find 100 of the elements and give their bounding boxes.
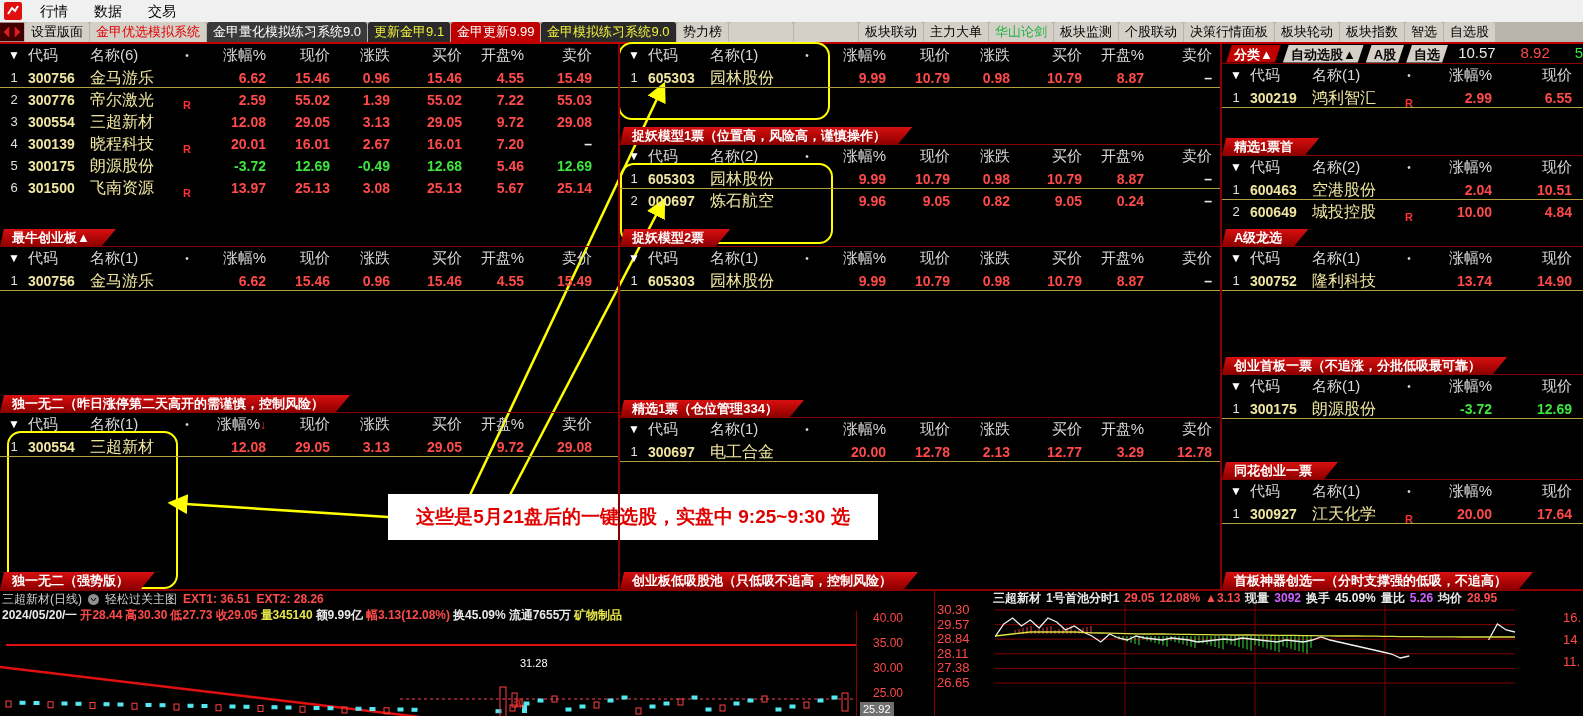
- column-header[interactable]: 涨跌: [330, 44, 390, 67]
- column-header[interactable]: 名称(1): [1312, 480, 1396, 503]
- column-header[interactable]: 名称(1): [90, 413, 174, 436]
- column-header[interactable]: 买价: [1010, 145, 1082, 168]
- section-title[interactable]: A级龙选: [1222, 229, 1309, 246]
- column-header[interactable]: 现价: [266, 413, 330, 436]
- column-header[interactable]: 代码: [1250, 156, 1312, 179]
- column-header[interactable]: 买价: [1010, 247, 1082, 270]
- column-header[interactable]: ▼: [1222, 158, 1250, 177]
- column-header[interactable]: 代码: [648, 247, 710, 270]
- column-header[interactable]: ▼: [0, 46, 28, 65]
- menu-item[interactable]: 交易: [140, 0, 184, 22]
- table-row[interactable]: 1 300554 三超新材 12.08 29.05 3.13 29.05 9.72 29.08: [0, 435, 618, 457]
- column-header[interactable]: 卖价: [1144, 247, 1212, 270]
- column-header[interactable]: 涨幅%: [1422, 64, 1492, 87]
- tab[interactable]: 板块联动: [858, 22, 923, 42]
- column-header[interactable]: 涨跌: [330, 247, 390, 270]
- tab[interactable]: 智选: [1404, 22, 1443, 42]
- column-header[interactable]: 涨跌: [950, 145, 1010, 168]
- column-header[interactable]: 涨幅%: [820, 247, 886, 270]
- column-header[interactable]: 涨幅%: [1422, 247, 1492, 270]
- column-header[interactable]: 涨跌: [950, 418, 1010, 441]
- table-row[interactable]: 1 605303 园林股份 9.99 10.79 0.98 10.79 8.87 –: [620, 66, 1220, 88]
- column-header[interactable]: 名称(1): [1312, 247, 1396, 270]
- column-header[interactable]: 买价: [390, 413, 462, 436]
- tab[interactable]: 个股联动: [1118, 22, 1183, 42]
- table-row[interactable]: 1 600463 空港股份 2.04 10.51: [1222, 178, 1583, 200]
- column-header[interactable]: 名称(1): [710, 44, 794, 67]
- column-header[interactable]: 涨幅%: [200, 44, 266, 67]
- tab[interactable]: 决策行情面板: [1183, 22, 1274, 42]
- column-header[interactable]: •: [1396, 250, 1422, 266]
- column-header[interactable]: 代码: [28, 247, 90, 270]
- column-header[interactable]: 名称(6): [90, 44, 174, 67]
- column-header[interactable]: ▼: [1222, 482, 1250, 501]
- column-header[interactable]: ▼: [1222, 66, 1250, 85]
- column-header[interactable]: 卖价: [524, 413, 592, 436]
- column-header[interactable]: 名称(2): [1312, 156, 1396, 179]
- table-row[interactable]: 2 000697 炼石航空 9.96 9.05 0.82 9.05 0.24 –: [620, 189, 1220, 211]
- section-title[interactable]: 创业板低吸股池（只低吸不追高，控制风险）: [620, 572, 918, 589]
- column-header[interactable]: 名称(1): [1312, 64, 1396, 87]
- column-header[interactable]: ▼: [1222, 249, 1250, 268]
- column-header[interactable]: •: [1396, 483, 1422, 499]
- column-header[interactable]: •: [794, 47, 820, 63]
- column-header[interactable]: 现价: [266, 247, 330, 270]
- column-header[interactable]: 涨幅%: [1422, 375, 1492, 398]
- column-header[interactable]: 涨幅%: [820, 418, 886, 441]
- column-header[interactable]: 代码: [648, 145, 710, 168]
- table-row[interactable]: 1 300175 朗源股份 -3.72 12.69: [1222, 397, 1583, 419]
- column-header[interactable]: 涨幅%: [820, 145, 886, 168]
- tab[interactable]: 板块监测: [1053, 22, 1118, 42]
- filter-tab[interactable]: 自选: [1406, 44, 1449, 63]
- column-header[interactable]: 涨跌: [330, 413, 390, 436]
- section-title[interactable]: 首板神器创选一（分时支撑强的低吸，不追高）: [1222, 572, 1533, 589]
- column-header[interactable]: 开盘%: [1082, 247, 1144, 270]
- table-row[interactable]: 1 300752 隆利科技 13.74 14.90: [1222, 269, 1583, 291]
- column-header[interactable]: 开盘%: [462, 247, 524, 270]
- app-logo-icon[interactable]: [4, 2, 22, 20]
- column-header[interactable]: •: [174, 416, 200, 432]
- table-row[interactable]: 1 605303 园林股份 9.99 10.79 0.98 10.79 8.87 –: [620, 167, 1220, 189]
- table-row[interactable]: 1 605303 园林股份 9.99 10.79 0.98 10.79 8.87 –: [620, 269, 1220, 291]
- section-title[interactable]: 同花创业一票: [1222, 462, 1338, 479]
- tab[interactable]: 金甲模拟练习系统9.0: [541, 22, 676, 42]
- column-header[interactable]: 卖价: [524, 44, 592, 67]
- column-header[interactable]: 现价: [1492, 247, 1572, 270]
- section-title[interactable]: 精选1票首: [1222, 138, 1320, 155]
- tab[interactable]: 金甲量化模拟练习系统9.0: [207, 22, 368, 42]
- column-header[interactable]: •: [1396, 67, 1422, 83]
- column-header[interactable]: 涨跌: [950, 247, 1010, 270]
- column-header[interactable]: 名称(2): [710, 145, 794, 168]
- column-header[interactable]: 开盘%: [1082, 145, 1144, 168]
- column-header[interactable]: 现价: [1492, 64, 1572, 87]
- column-header[interactable]: •: [794, 421, 820, 437]
- column-header[interactable]: 现价: [1492, 480, 1572, 503]
- column-header[interactable]: 开盘%: [1082, 44, 1144, 67]
- column-header[interactable]: 现价: [886, 145, 950, 168]
- column-header[interactable]: 现价: [886, 247, 950, 270]
- column-header[interactable]: 代码: [28, 413, 90, 436]
- tab[interactable]: 更新金甲9.1: [368, 22, 451, 42]
- table-row[interactable]: 5 300175 朗源股份 -3.72 12.69 -0.49 12.68 5.46 12.69: [0, 154, 618, 176]
- column-header[interactable]: 买价: [1010, 418, 1082, 441]
- column-header[interactable]: 买价: [390, 247, 462, 270]
- column-header[interactable]: 买价: [390, 44, 462, 67]
- column-header[interactable]: •: [1396, 378, 1422, 394]
- column-header[interactable]: ▼: [0, 249, 28, 268]
- column-header[interactable]: 名称(1): [710, 418, 794, 441]
- column-header[interactable]: 涨幅%: [1422, 156, 1492, 179]
- column-header[interactable]: •: [794, 250, 820, 266]
- tab[interactable]: 主力大单: [923, 22, 988, 42]
- column-header[interactable]: ▼: [620, 420, 648, 439]
- tab[interactable]: 自选股: [1443, 22, 1495, 42]
- column-header[interactable]: 涨幅%↓: [200, 413, 266, 436]
- section-title[interactable]: 独一无二（昨日涨停第二天高开的需谨慎，控制风险）: [0, 395, 350, 412]
- column-header[interactable]: ▼: [1222, 377, 1250, 396]
- column-header[interactable]: 名称(1): [90, 247, 174, 270]
- column-header[interactable]: 代码: [648, 418, 710, 441]
- scroll-arrows-icon[interactable]: [0, 22, 24, 42]
- column-header[interactable]: 涨跌: [950, 44, 1010, 67]
- menu-item[interactable]: 数据: [86, 0, 130, 22]
- column-header[interactable]: 名称(1): [1312, 375, 1396, 398]
- column-header[interactable]: 涨幅%: [1422, 480, 1492, 503]
